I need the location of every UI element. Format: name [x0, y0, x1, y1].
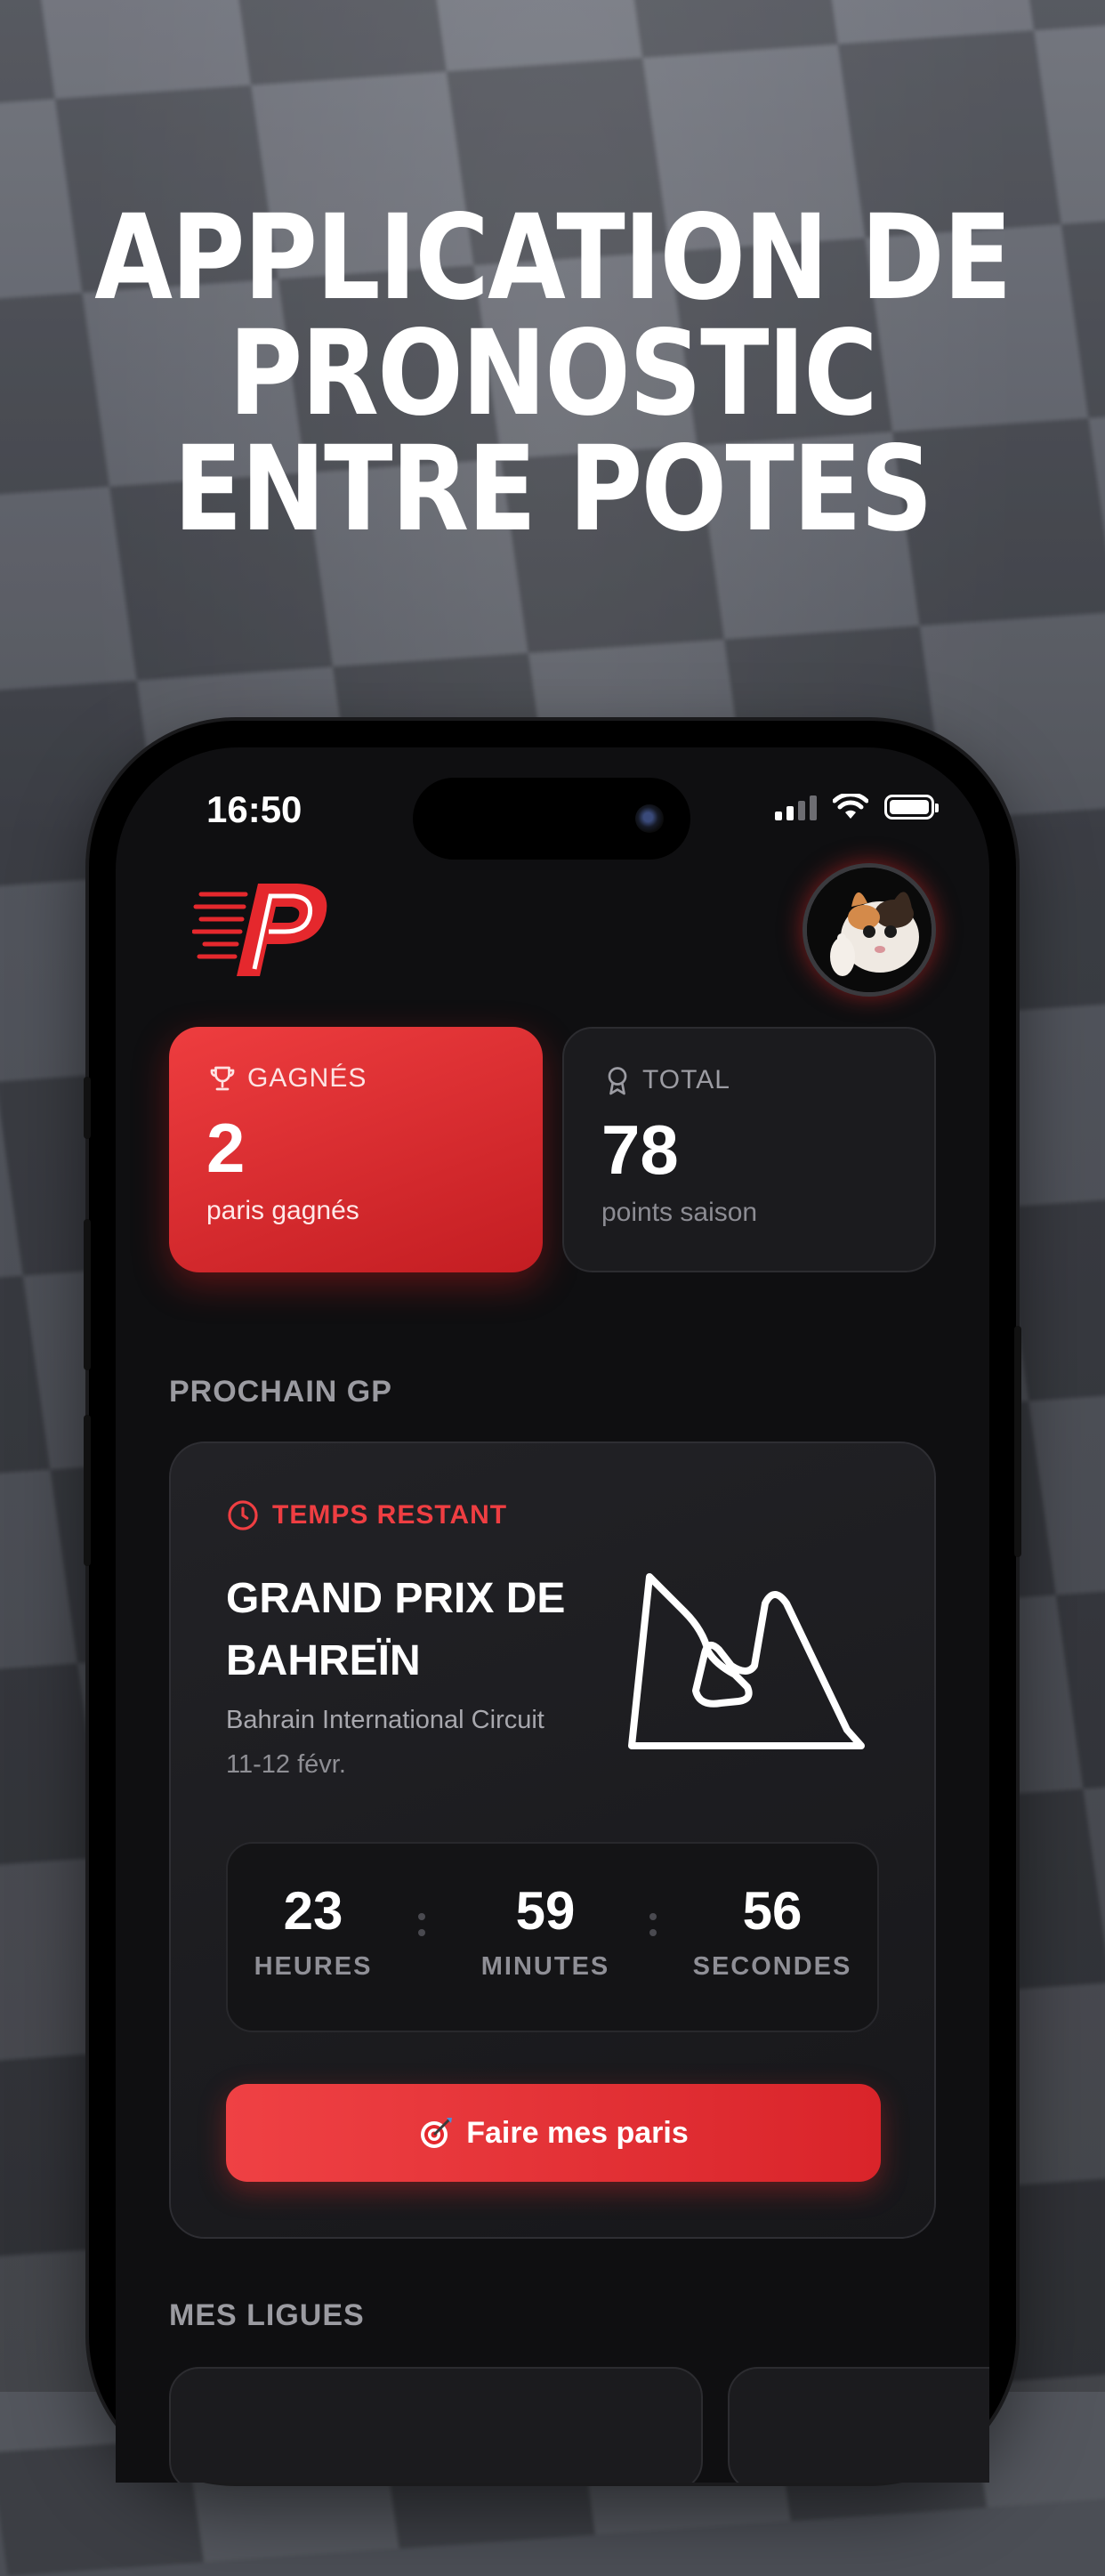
time-left-header: TEMPS RESTANT — [226, 1498, 507, 1532]
league-card[interactable] — [169, 2367, 703, 2483]
circuit-map-icon — [628, 1573, 865, 1749]
next-gp-card: TEMPS RESTANT GRAND PRIX DE BAHREÏN Bahr… — [169, 1441, 936, 2239]
profile-avatar[interactable] — [803, 863, 936, 997]
won-bets-card[interactable]: GAGNÉS 2 paris gagnés — [169, 1027, 543, 1272]
headline-line-1: APPLICATION DE — [94, 190, 1012, 327]
dynamic-island — [413, 778, 690, 860]
league-card[interactable] — [728, 2367, 989, 2483]
action-button — [84, 1077, 91, 1139]
app-logo — [192, 884, 327, 976]
gp-circuit: Bahrain International Circuit — [226, 1706, 544, 1734]
camera-icon — [635, 804, 664, 833]
gp-title: GRAND PRIX DE BAHREÏN — [226, 1568, 600, 1692]
countdown-hours: 23 HEURES — [249, 1883, 377, 1982]
headline-line-3: ENTRE POTES — [173, 421, 933, 558]
gp-title-line-2: BAHREÏN — [226, 1637, 421, 1684]
app-screen: 16:50 GAGNÉS 2 paris gagnés TOTAL 78 poi… — [116, 747, 989, 2483]
gp-title-line-1: GRAND PRIX DE — [226, 1575, 566, 1622]
won-bets-label: GAGNÉS — [247, 1063, 367, 1093]
won-bets-value: 2 — [206, 1109, 246, 1187]
place-bets-button[interactable]: Faire mes paris — [226, 2084, 881, 2182]
countdown-seconds-label: SECONDES — [692, 1952, 852, 1981]
countdown-seconds-value: 56 — [742, 1881, 803, 1941]
countdown-minutes: 59 MINUTES — [461, 1883, 630, 1982]
countdown-hours-value: 23 — [283, 1881, 343, 1941]
countdown-separator — [418, 1913, 425, 1945]
total-points-label: TOTAL — [642, 1065, 730, 1094]
trophy-icon — [210, 1066, 235, 1091]
countdown-seconds: 56 SECONDES — [683, 1883, 861, 1982]
cat-photo-icon — [807, 868, 932, 992]
medal-icon — [608, 1067, 627, 1095]
side-button — [1014, 1326, 1021, 1557]
countdown-panel: 23 HEURES 59 MINUTES 56 SECONDES — [226, 1842, 879, 2032]
won-bets-header: GAGNÉS — [206, 1062, 505, 1094]
gp-date: 11-12 févr. — [226, 1750, 346, 1779]
target-icon — [421, 2117, 453, 2148]
countdown-separator — [649, 1913, 657, 1945]
volume-up-button — [84, 1219, 91, 1370]
battery-icon — [884, 795, 939, 820]
countdown-hours-label: HEURES — [254, 1952, 373, 1981]
status-icons — [775, 794, 939, 820]
countdown-minutes-label: MINUTES — [480, 1952, 610, 1981]
volume-down-button — [84, 1415, 91, 1566]
total-points-card[interactable]: TOTAL 78 points saison — [562, 1027, 936, 1272]
phone-frame: 16:50 GAGNÉS 2 paris gagnés TOTAL 78 poi… — [84, 721, 1021, 2483]
clock-icon — [228, 1500, 258, 1530]
time-left-label: TEMPS RESTANT — [272, 1500, 508, 1530]
countdown-minutes-value: 59 — [515, 1881, 576, 1941]
wifi-icon — [833, 794, 868, 819]
cellular-signal-icon — [775, 794, 817, 820]
total-points-subtitle: points saison — [601, 1198, 758, 1227]
next-gp-section-title: PROCHAIN GP — [169, 1375, 392, 1409]
total-points-header: TOTAL — [601, 1064, 897, 1096]
total-points-value: 78 — [601, 1110, 679, 1189]
status-time: 16:50 — [206, 788, 302, 830]
place-bets-label: Faire mes paris — [466, 2115, 689, 2150]
headline-line-2: PRONOSTIC — [229, 305, 878, 442]
won-bets-subtitle: paris gagnés — [206, 1196, 359, 1225]
my-leagues-section-title: MES LIGUES — [169, 2298, 365, 2332]
promo-headline: APPLICATION DE PRONOSTIC ENTRE POTES — [77, 190, 1028, 558]
